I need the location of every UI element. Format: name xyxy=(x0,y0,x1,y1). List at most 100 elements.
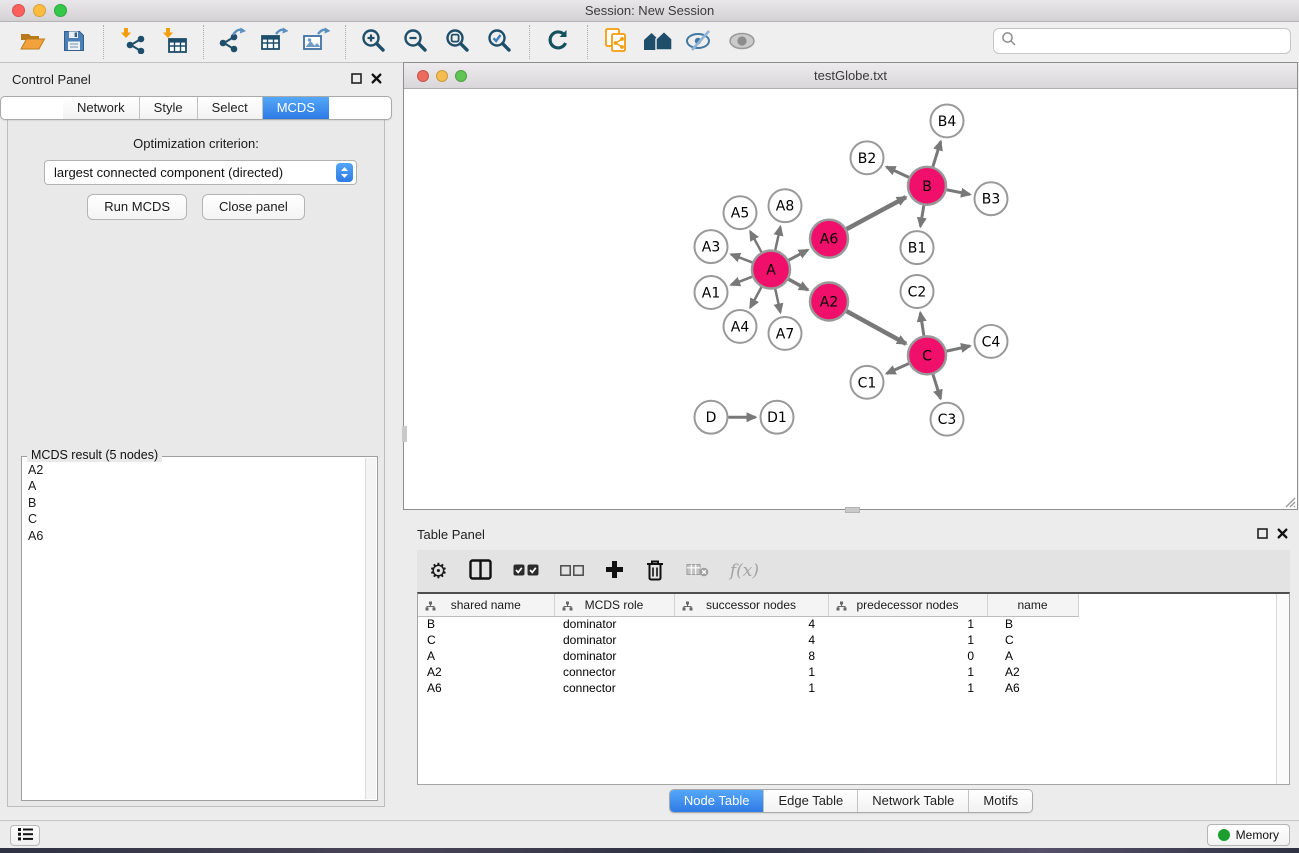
import-network-button[interactable] xyxy=(114,25,150,59)
close-view-button[interactable] xyxy=(417,70,429,82)
graph-edge-A6-B[interactable] xyxy=(847,197,906,229)
zoom-out-button[interactable] xyxy=(398,25,434,59)
graph-node-C1[interactable]: C1 xyxy=(851,366,884,399)
graph-edge-A-A6[interactable] xyxy=(789,250,808,260)
table-cell[interactable]: dominator xyxy=(554,648,674,664)
tab-node-table[interactable]: Node Table xyxy=(670,790,765,812)
resize-grip[interactable] xyxy=(1282,494,1296,508)
hide-selected-button[interactable] xyxy=(682,25,718,59)
table-settings-button[interactable]: ⚙ xyxy=(429,556,448,586)
table-cell[interactable]: connector xyxy=(554,680,674,696)
graph-edge-A-A7[interactable] xyxy=(775,289,780,312)
fullscreen-window-button[interactable] xyxy=(54,4,67,17)
minimize-view-button[interactable] xyxy=(436,70,448,82)
graph-edge-C-C3[interactable] xyxy=(933,374,941,398)
close-panel-button[interactable] xyxy=(371,72,382,87)
open-session-button[interactable] xyxy=(14,25,50,59)
graph-node-A[interactable]: A xyxy=(752,251,790,289)
split-divider-handle[interactable] xyxy=(402,426,407,442)
table-row[interactable]: Adominator80A xyxy=(418,648,1078,664)
table-cell[interactable]: C xyxy=(418,632,554,648)
table-cell[interactable]: 1 xyxy=(674,664,828,680)
result-item[interactable]: B xyxy=(28,495,365,511)
run-mcds-button[interactable]: Run MCDS xyxy=(87,194,187,220)
graph-edge-C-C2[interactable] xyxy=(920,313,924,336)
table-cell[interactable]: 1 xyxy=(828,616,987,632)
graph-edge-B-B1[interactable] xyxy=(920,205,923,226)
split-divider-handle[interactable] xyxy=(845,507,860,513)
graph-edge-A-A3[interactable] xyxy=(731,254,752,262)
table-row[interactable]: Bdominator41B xyxy=(418,616,1078,632)
graph-node-A4[interactable]: A4 xyxy=(724,310,757,343)
delete-table-button[interactable] xyxy=(686,556,709,586)
add-column-button[interactable] xyxy=(605,556,624,586)
tab-select[interactable]: Select xyxy=(198,97,263,119)
tab-motifs[interactable]: Motifs xyxy=(969,790,1032,812)
table-cell[interactable]: 1 xyxy=(828,680,987,696)
criterion-select[interactable]: largest connected component (directed) xyxy=(44,160,357,185)
graph-node-B4[interactable]: B4 xyxy=(931,104,964,137)
delete-column-button[interactable] xyxy=(645,556,665,586)
table-cell[interactable]: C xyxy=(987,632,1078,648)
result-item[interactable]: A2 xyxy=(28,462,365,478)
graph-edge-A-A2[interactable] xyxy=(789,279,808,290)
graph-node-D1[interactable]: D1 xyxy=(761,401,794,434)
table-row[interactable]: Cdominator41C xyxy=(418,632,1078,648)
table-cell[interactable]: dominator xyxy=(554,616,674,632)
column-header-shared-name[interactable]: shared name xyxy=(418,594,554,616)
table-scrollbar[interactable] xyxy=(1276,594,1289,784)
result-item[interactable]: A xyxy=(28,478,365,494)
close-table-panel-button[interactable] xyxy=(1277,527,1288,542)
export-image-button[interactable] xyxy=(298,25,334,59)
graph-node-A6[interactable]: A6 xyxy=(810,220,848,258)
result-scrollbar[interactable] xyxy=(365,458,376,799)
export-network-button[interactable] xyxy=(214,25,250,59)
column-layout-button[interactable] xyxy=(469,556,492,586)
graph-node-A7[interactable]: A7 xyxy=(769,317,802,350)
zoom-in-button[interactable] xyxy=(356,25,392,59)
table-cell[interactable]: connector xyxy=(554,664,674,680)
table-cell[interactable]: A2 xyxy=(987,664,1078,680)
table-cell[interactable]: 0 xyxy=(828,648,987,664)
table-cell[interactable]: 1 xyxy=(674,680,828,696)
zoom-selected-button[interactable] xyxy=(482,25,518,59)
graph-edge-C-C1[interactable] xyxy=(887,364,909,374)
save-session-button[interactable] xyxy=(56,25,92,59)
column-header-predecessor-nodes[interactable]: predecessor nodes xyxy=(828,594,987,616)
network-canvas[interactable]: B4B2BB3A8A5A6A3B1AA1C2A2A4A7C4CC1DD1C3 xyxy=(404,89,1297,509)
graph-node-A5[interactable]: A5 xyxy=(724,196,757,229)
graph-edge-B-B3[interactable] xyxy=(947,190,970,195)
search-box[interactable] xyxy=(993,28,1291,54)
show-all-button[interactable] xyxy=(724,25,760,59)
network-window-titlebar[interactable]: testGlobe.txt xyxy=(404,63,1297,89)
export-table-button[interactable] xyxy=(256,25,292,59)
deselect-all-rows-button[interactable] xyxy=(560,556,584,586)
network-graph[interactable]: B4B2BB3A8A5A6A3B1AA1C2A2A4A7C4CC1DD1C3 xyxy=(404,89,1297,509)
search-input[interactable] xyxy=(1017,31,1290,51)
close-panel-action-button[interactable]: Close panel xyxy=(202,194,305,220)
graph-node-A8[interactable]: A8 xyxy=(769,189,802,222)
close-window-button[interactable] xyxy=(12,4,25,17)
select-all-rows-button[interactable] xyxy=(513,556,539,586)
graph-node-C[interactable]: C xyxy=(908,336,946,374)
graph-edge-B-B2[interactable] xyxy=(886,167,908,177)
table-cell[interactable]: 1 xyxy=(828,664,987,680)
column-header-successor-nodes[interactable]: successor nodes xyxy=(674,594,828,616)
graph-node-C4[interactable]: C4 xyxy=(975,325,1008,358)
result-item[interactable]: C xyxy=(28,511,365,527)
refresh-view-button[interactable] xyxy=(540,25,576,59)
tab-network-table[interactable]: Network Table xyxy=(858,790,969,812)
tab-style[interactable]: Style xyxy=(140,97,198,119)
graph-node-B[interactable]: B xyxy=(908,167,946,205)
table-row[interactable]: A6connector11A6 xyxy=(418,680,1078,696)
table-cell[interactable]: A6 xyxy=(987,680,1078,696)
graph-edge-C-C4[interactable] xyxy=(947,346,970,351)
tab-network[interactable]: Network xyxy=(63,97,140,119)
graph-node-A2[interactable]: A2 xyxy=(810,283,848,321)
graph-edge-A-A5[interactable] xyxy=(750,232,761,252)
graph-node-A1[interactable]: A1 xyxy=(695,276,728,309)
table-cell[interactable]: 1 xyxy=(828,632,987,648)
table-cell[interactable]: 8 xyxy=(674,648,828,664)
graph-node-D[interactable]: D xyxy=(695,401,728,434)
maximize-view-button[interactable] xyxy=(455,70,467,82)
